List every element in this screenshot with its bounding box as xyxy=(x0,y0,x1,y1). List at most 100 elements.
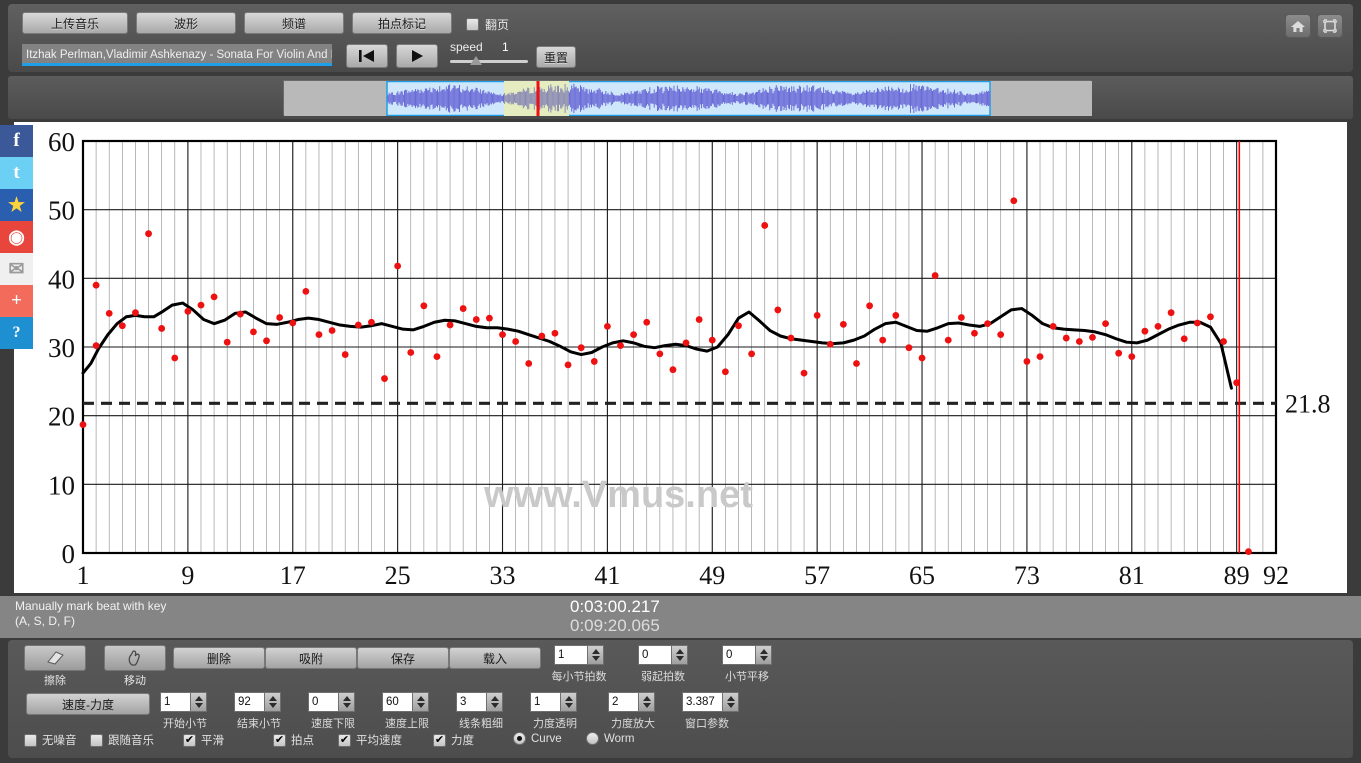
beat-point[interactable] xyxy=(1194,320,1201,327)
line-width-stepper[interactable] xyxy=(486,692,503,712)
beat-point[interactable] xyxy=(565,361,572,368)
beat-point[interactable] xyxy=(538,333,545,340)
beats-per-bar-stepper[interactable] xyxy=(587,645,604,665)
snap-button[interactable]: 吸附 xyxy=(265,647,357,669)
beat-point[interactable] xyxy=(643,319,650,326)
beat-point[interactable] xyxy=(342,351,349,358)
smooth-checkbox-group[interactable]: 平滑 xyxy=(183,732,224,748)
email-share-icon[interactable]: ✉ xyxy=(0,253,33,285)
beat-point[interactable] xyxy=(591,358,598,365)
beat-point[interactable] xyxy=(1168,309,1175,316)
beat-point[interactable] xyxy=(801,370,808,377)
end-bar-spinner[interactable]: 92 xyxy=(234,692,281,712)
tempo-max-stepper[interactable] xyxy=(412,692,429,712)
track-title-field[interactable]: Itzhak Perlman,Vladimir Ashkenazy - Sona… xyxy=(22,44,332,66)
bar-shift-stepper[interactable] xyxy=(755,645,772,665)
beat-point[interactable] xyxy=(1128,353,1135,360)
beat-point[interactable] xyxy=(276,314,283,321)
beat-point[interactable] xyxy=(578,344,585,351)
start-bar-input[interactable]: 1 xyxy=(160,692,190,712)
pickup-beats-input[interactable]: 0 xyxy=(638,645,671,665)
beat-point[interactable] xyxy=(1024,358,1031,365)
beat-point[interactable] xyxy=(250,328,257,335)
beat-point[interactable] xyxy=(525,360,532,367)
beat-point[interactable] xyxy=(394,263,401,270)
erase-tool-button[interactable] xyxy=(24,645,86,671)
beat-point[interactable] xyxy=(788,335,795,342)
start-bar-stepper[interactable] xyxy=(190,692,207,712)
beat-point[interactable] xyxy=(1115,350,1122,357)
beat-point[interactable] xyxy=(434,353,441,360)
beat-point[interactable] xyxy=(735,322,742,329)
beat-point[interactable] xyxy=(368,319,375,326)
line-width-input[interactable]: 3 xyxy=(456,692,486,712)
beat-point[interactable] xyxy=(420,302,427,309)
beat-point[interactable] xyxy=(93,282,100,289)
pickup-beats-spinner[interactable]: 0 xyxy=(638,645,688,665)
tempo-max-spinner[interactable]: 60 xyxy=(382,692,429,712)
tempo-max-increment-icon[interactable] xyxy=(417,696,425,701)
bar-shift-increment-icon[interactable] xyxy=(760,649,768,654)
dynamics-alpha-spinner[interactable]: 1 xyxy=(530,692,577,712)
reset-button[interactable]: 重置 xyxy=(536,46,576,68)
tempo-max-decrement-icon[interactable] xyxy=(417,703,425,708)
follow-music-checkbox-group[interactable]: 跟随音乐 xyxy=(90,732,154,748)
load-button[interactable]: 载入 xyxy=(449,647,541,669)
beat-point[interactable] xyxy=(1010,197,1017,204)
waveform-button[interactable]: 波形 xyxy=(136,12,236,34)
speed-slider-knob[interactable] xyxy=(470,56,482,65)
beat-point[interactable] xyxy=(1207,313,1214,320)
window-param-spinner[interactable]: 3.387 xyxy=(682,692,739,712)
beats-per-bar-input[interactable]: 1 xyxy=(554,645,587,665)
curve-radio-group[interactable]: Curve xyxy=(513,732,562,745)
dynamics-scale-increment-icon[interactable] xyxy=(643,696,651,701)
beat-point[interactable] xyxy=(1155,323,1162,330)
upload-music-button[interactable]: 上传音乐 xyxy=(22,12,128,34)
dynamics-scale-decrement-icon[interactable] xyxy=(643,703,651,708)
beat-point[interactable] xyxy=(224,339,231,346)
beat-point[interactable] xyxy=(106,310,113,317)
beat-point[interactable] xyxy=(263,337,270,344)
average-tempo-checkbox[interactable] xyxy=(338,734,351,747)
beat-point[interactable] xyxy=(617,342,624,349)
beat-point[interactable] xyxy=(499,331,506,338)
start-bar-increment-icon[interactable] xyxy=(195,696,203,701)
page-turn-checkbox[interactable] xyxy=(466,18,479,31)
dynamics-scale-spinner[interactable]: 2 xyxy=(608,692,655,712)
tempo-chart-svg[interactable]: 010203040506019172533414957657381899221.… xyxy=(14,122,1347,593)
more-share-icon[interactable]: + xyxy=(0,285,33,317)
beats-per-bar-increment-icon[interactable] xyxy=(592,649,600,654)
beat-point[interactable] xyxy=(316,331,323,338)
pickup-beats-decrement-icon[interactable] xyxy=(676,656,684,661)
waveform-canvas[interactable] xyxy=(284,81,1092,116)
bar-shift-spinner[interactable]: 0 xyxy=(722,645,772,665)
twitter-share-icon[interactable]: t xyxy=(0,157,33,189)
tempo-min-stepper[interactable] xyxy=(338,692,355,712)
speed-slider[interactable] xyxy=(450,60,528,63)
facebook-share-icon[interactable]: f xyxy=(0,125,33,157)
average-tempo-checkbox-group[interactable]: 平均速度 xyxy=(338,732,402,748)
beat-point[interactable] xyxy=(604,323,611,330)
beat-point[interactable] xyxy=(447,322,454,329)
beat-point[interactable] xyxy=(486,315,493,322)
dynamics-alpha-increment-icon[interactable] xyxy=(565,696,573,701)
play-icon[interactable] xyxy=(396,44,438,68)
beat-point[interactable] xyxy=(1063,335,1070,342)
beats-checkbox-group[interactable]: 拍点 xyxy=(273,732,314,748)
tempo-chart-panel[interactable]: 010203040506019172533414957657381899221.… xyxy=(14,122,1347,593)
dynamics-alpha-input[interactable]: 1 xyxy=(530,692,560,712)
window-param-increment-icon[interactable] xyxy=(727,696,735,701)
beat-point[interactable] xyxy=(814,312,821,319)
line-width-increment-icon[interactable] xyxy=(491,696,499,701)
waveform-strip[interactable] xyxy=(283,80,1091,115)
beat-point[interactable] xyxy=(1181,335,1188,342)
beat-point[interactable] xyxy=(512,338,519,345)
beat-point[interactable] xyxy=(1142,328,1149,335)
beat-point[interactable] xyxy=(80,421,87,428)
beats-per-bar-decrement-icon[interactable] xyxy=(592,656,600,661)
line-width-decrement-icon[interactable] xyxy=(491,703,499,708)
tempo-max-input[interactable]: 60 xyxy=(382,692,412,712)
dynamics-checkbox-group[interactable]: 力度 xyxy=(433,732,474,748)
beat-point[interactable] xyxy=(473,316,480,323)
beat-point[interactable] xyxy=(1102,320,1109,327)
